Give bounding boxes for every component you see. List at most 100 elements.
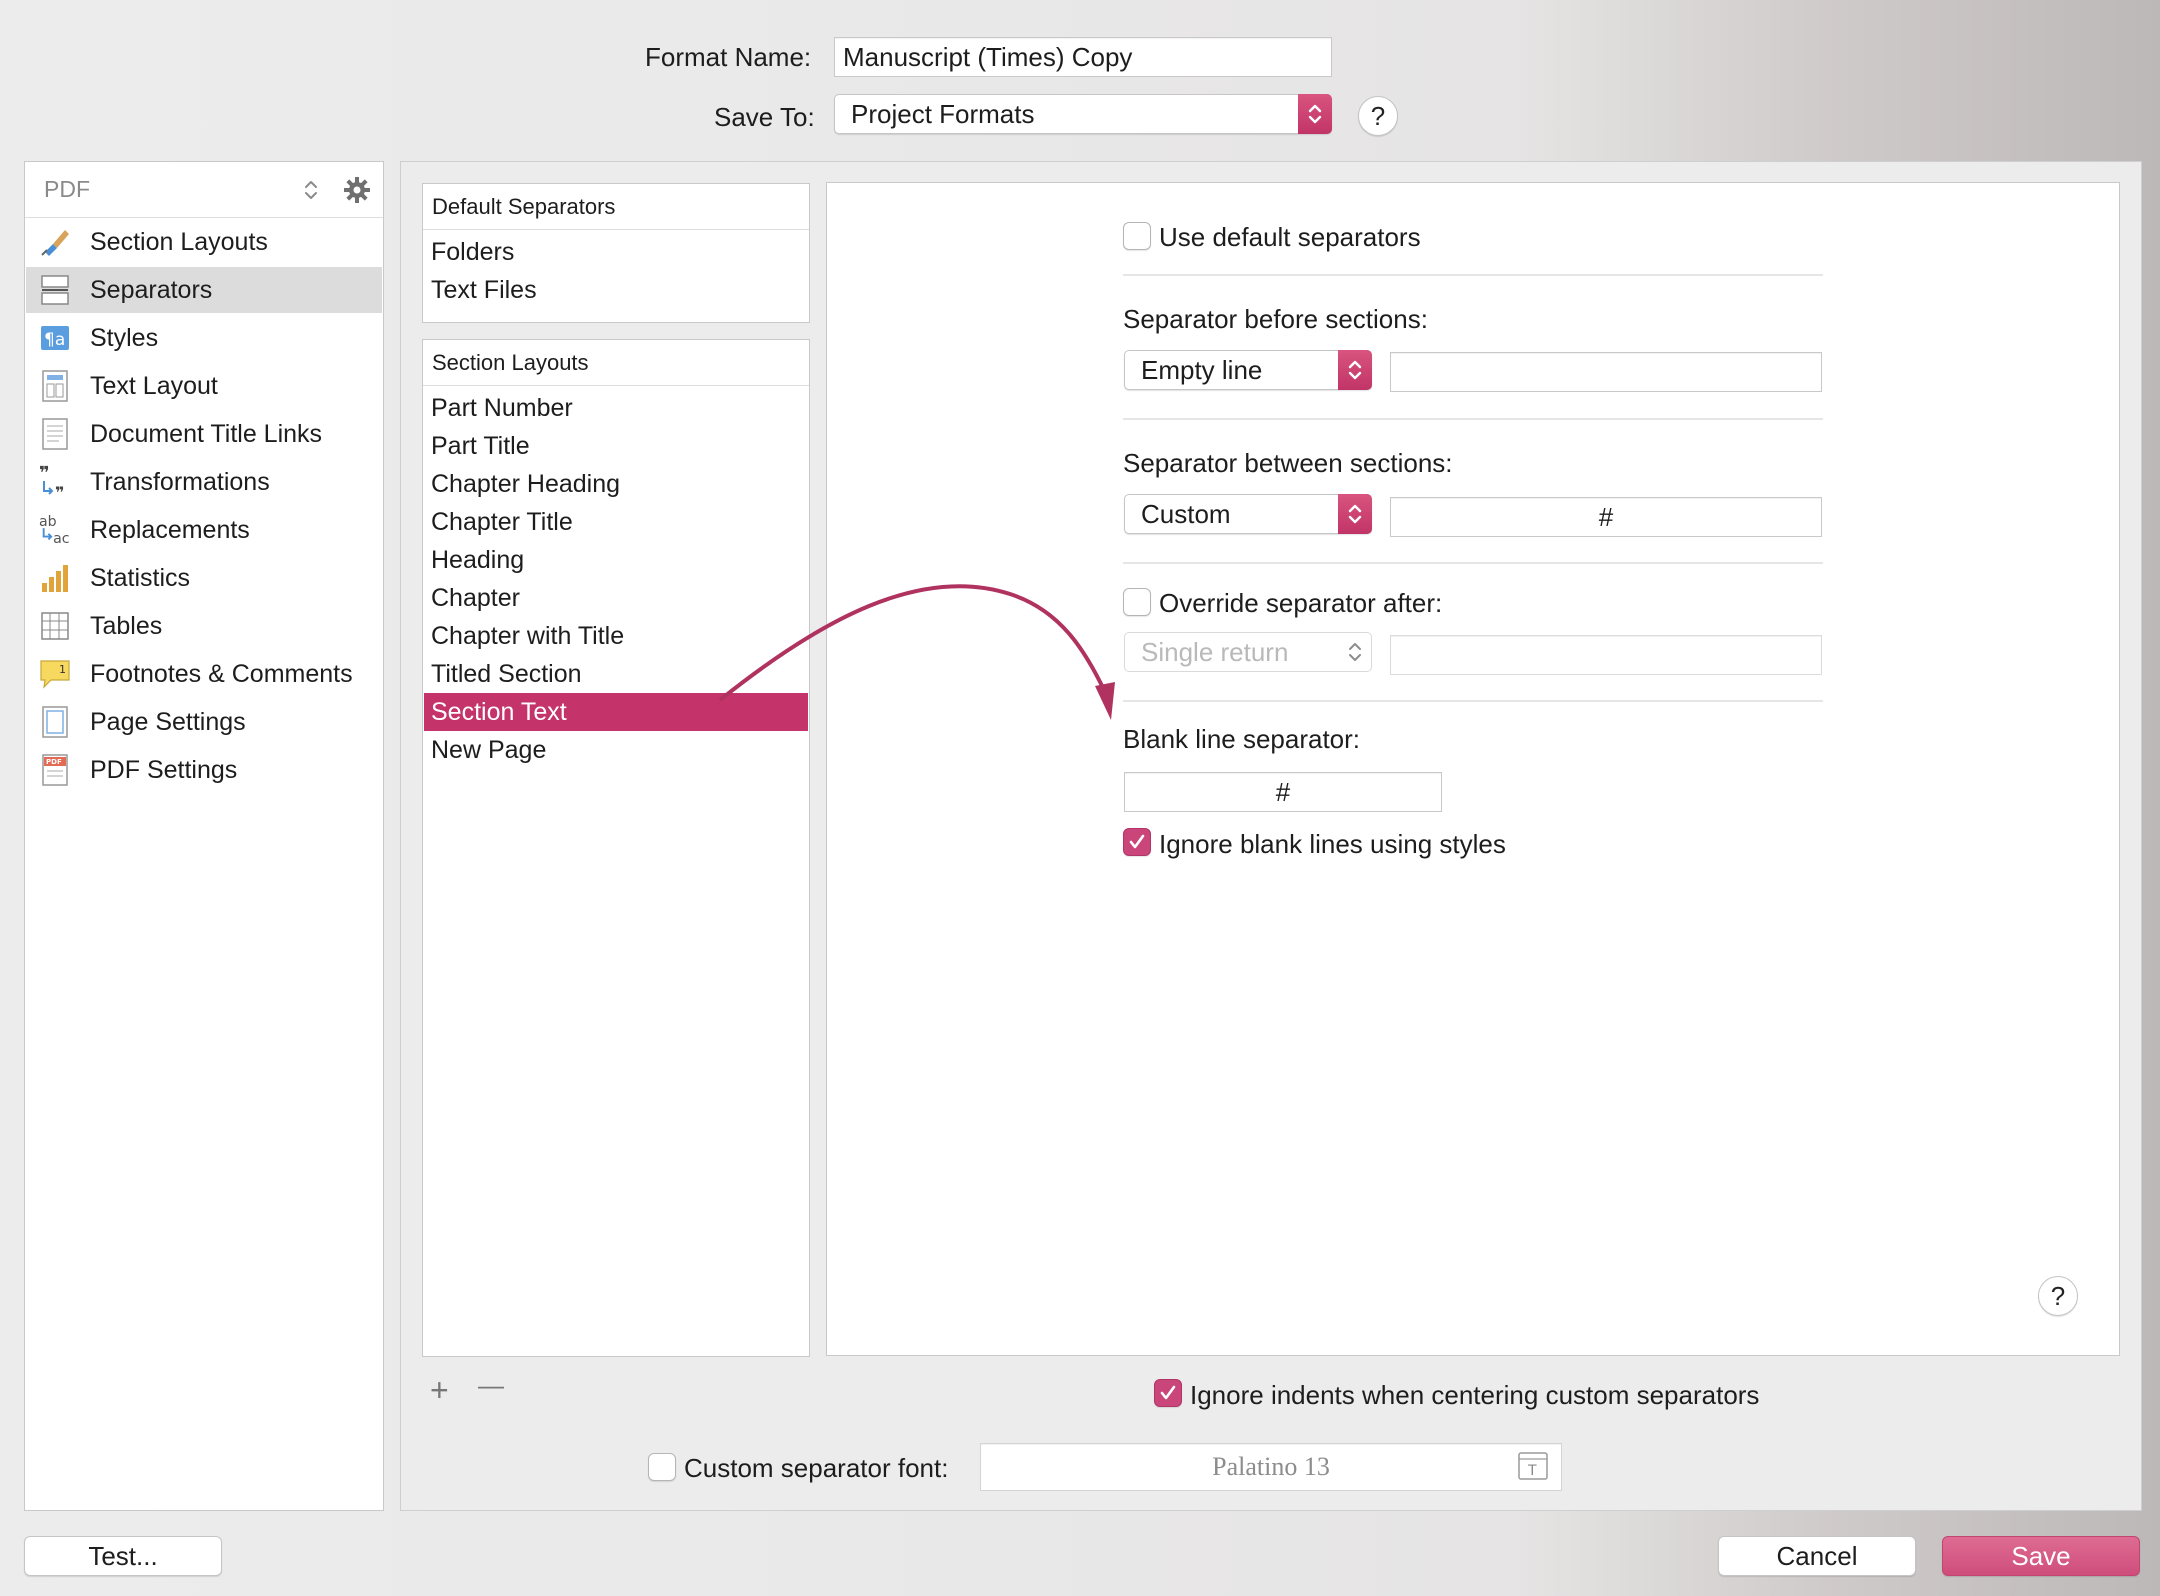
divider bbox=[1123, 700, 1823, 702]
sidebar-item-pdf-settings[interactable]: PDF PDF Settings bbox=[26, 747, 382, 793]
custom-font-label: Custom separator font: bbox=[684, 1453, 949, 1483]
override-after-value: Single return bbox=[1141, 636, 1289, 667]
save-to-label: Save To: bbox=[714, 102, 815, 132]
bar-chart-icon bbox=[38, 561, 72, 595]
sidebar-item-label: Styles bbox=[90, 323, 159, 352]
quotes-transform-icon: ❞ ❞ bbox=[38, 465, 72, 499]
chevron-updown-icon bbox=[303, 177, 319, 208]
sidebar-item-replacements[interactable]: ab ac Replacements bbox=[26, 507, 382, 553]
between-sections-value: Custom bbox=[1141, 498, 1231, 529]
sidebar-item-page-settings[interactable]: Page Settings bbox=[26, 699, 382, 745]
override-after-text-field[interactable] bbox=[1390, 635, 1822, 675]
brush-icon bbox=[38, 225, 72, 259]
page-settings-icon bbox=[38, 705, 72, 739]
remove-layout-button[interactable]: — bbox=[478, 1370, 504, 1401]
sidebar-item-label: Transformations bbox=[90, 467, 270, 496]
list-item[interactable]: Chapter Heading bbox=[424, 465, 808, 503]
chevron-updown-icon bbox=[1338, 632, 1372, 672]
sidebar-item-footnotes-comments[interactable]: 1 Footnotes & Comments bbox=[26, 651, 382, 697]
svg-text:¶a: ¶a bbox=[44, 330, 65, 350]
before-sections-text-field[interactable] bbox=[1390, 352, 1822, 392]
sidebar-item-label: Statistics bbox=[90, 563, 191, 592]
sidebar-item-separators[interactable]: Separators bbox=[26, 267, 382, 313]
font-picker-icon[interactable]: T bbox=[1518, 1452, 1548, 1480]
sidebar-item-transformations[interactable]: ❞ ❞ Transformations bbox=[26, 459, 382, 505]
svg-text:T: T bbox=[1527, 1463, 1537, 1479]
override-after-label: Override separator after: bbox=[1159, 588, 1443, 618]
sidebar-item-document-title-links[interactable]: Document Title Links bbox=[26, 411, 382, 457]
svg-text:1: 1 bbox=[59, 663, 66, 676]
chevron-updown-icon bbox=[1298, 94, 1332, 134]
override-after-popup[interactable]: Single return bbox=[1124, 632, 1372, 672]
blank-line-separator-label: Blank line separator: bbox=[1123, 724, 1361, 754]
list-item[interactable]: Heading bbox=[424, 541, 808, 579]
save-button[interactable]: Save bbox=[1942, 1536, 2140, 1576]
sidebar-item-label: PDF Settings bbox=[90, 755, 238, 784]
ignore-blank-lines-checkbox[interactable] bbox=[1123, 828, 1151, 856]
sidebar-item-tables[interactable]: Tables bbox=[26, 603, 382, 649]
text-layout-icon bbox=[38, 369, 72, 403]
between-sections-text-field[interactable]: # bbox=[1390, 497, 1822, 537]
sidebar-item-statistics[interactable]: Statistics bbox=[26, 555, 382, 601]
list-item[interactable]: Part Number bbox=[424, 389, 808, 427]
section-layouts-list: Section Layouts Part Number Part Title C… bbox=[422, 339, 810, 1357]
gear-icon[interactable] bbox=[343, 176, 371, 209]
format-type-value: PDF bbox=[44, 176, 90, 202]
use-default-checkbox[interactable] bbox=[1123, 222, 1151, 250]
svg-text:PDF: PDF bbox=[46, 758, 62, 766]
footnote-icon: 1 bbox=[38, 657, 72, 691]
list-item[interactable]: Folders bbox=[424, 233, 808, 271]
blank-line-separator-field[interactable]: # bbox=[1124, 772, 1442, 812]
format-name-input[interactable]: Manuscript (Times) Copy bbox=[834, 37, 1332, 77]
list-item[interactable]: New Page bbox=[424, 731, 808, 769]
sidebar-item-label: Page Settings bbox=[90, 707, 246, 736]
checkmark-icon bbox=[1160, 1385, 1176, 1400]
list-header: Default Separators bbox=[423, 184, 809, 230]
sidebar-item-styles[interactable]: ¶a Styles bbox=[26, 315, 382, 361]
table-icon bbox=[38, 609, 72, 643]
chevron-updown-icon bbox=[1338, 350, 1372, 390]
ignore-indents-checkbox[interactable] bbox=[1154, 1379, 1182, 1407]
svg-text:❞: ❞ bbox=[55, 483, 64, 499]
help-button[interactable]: ? bbox=[1358, 96, 1398, 136]
sidebar-item-section-layouts[interactable]: Section Layouts bbox=[26, 219, 382, 265]
sidebar-item-text-layout[interactable]: Text Layout bbox=[26, 363, 382, 409]
separator-icon bbox=[38, 273, 72, 307]
pdf-icon: PDF bbox=[38, 753, 72, 787]
list-item[interactable]: Chapter Title bbox=[424, 503, 808, 541]
list-item[interactable]: Part Title bbox=[424, 427, 808, 465]
svg-text:ab: ab bbox=[39, 514, 57, 530]
divider bbox=[1123, 562, 1823, 564]
annotation-arrow bbox=[718, 584, 1115, 720]
format-name-label: Format Name: bbox=[645, 42, 812, 72]
default-separators-list: Default Separators Folders Text Files bbox=[422, 183, 810, 323]
checkmark-icon bbox=[1129, 834, 1145, 849]
cancel-button[interactable]: Cancel bbox=[1718, 1536, 1916, 1576]
add-layout-button[interactable]: + bbox=[430, 1372, 449, 1409]
paragraph-style-icon: ¶a bbox=[38, 321, 72, 355]
list-item[interactable]: Text Files bbox=[424, 271, 808, 309]
use-default-label: Use default separators bbox=[1159, 222, 1421, 252]
document-icon bbox=[38, 417, 72, 451]
format-type-selector[interactable]: PDF bbox=[25, 162, 383, 218]
sidebar-item-label: Text Layout bbox=[90, 371, 218, 400]
custom-font-field[interactable]: Palatino 13 bbox=[980, 1443, 1562, 1491]
sidebar-item-label: Document Title Links bbox=[90, 419, 323, 448]
svg-text:ac: ac bbox=[53, 531, 69, 547]
sidebar-item-label: Separators bbox=[90, 275, 213, 304]
sidebar-item-label: Tables bbox=[90, 611, 163, 640]
settings-help-button[interactable]: ? bbox=[2038, 1276, 2078, 1316]
between-sections-popup[interactable]: Custom bbox=[1124, 494, 1372, 534]
chevron-updown-icon bbox=[1338, 494, 1372, 534]
test-button[interactable]: Test... bbox=[24, 1536, 222, 1576]
between-sections-label: Separator between sections: bbox=[1123, 448, 1453, 478]
sidebar-item-label: Replacements bbox=[90, 515, 250, 544]
custom-font-checkbox[interactable] bbox=[648, 1453, 676, 1481]
save-to-popup[interactable]: Project Formats bbox=[834, 94, 1332, 134]
sidebar-item-label: Section Layouts bbox=[90, 227, 268, 256]
before-sections-popup[interactable]: Empty line bbox=[1124, 350, 1372, 390]
divider bbox=[1123, 418, 1823, 420]
ignore-indents-label: Ignore indents when centering custom sep… bbox=[1190, 1380, 1760, 1410]
divider bbox=[1123, 274, 1823, 276]
list-header: Section Layouts bbox=[423, 340, 809, 386]
